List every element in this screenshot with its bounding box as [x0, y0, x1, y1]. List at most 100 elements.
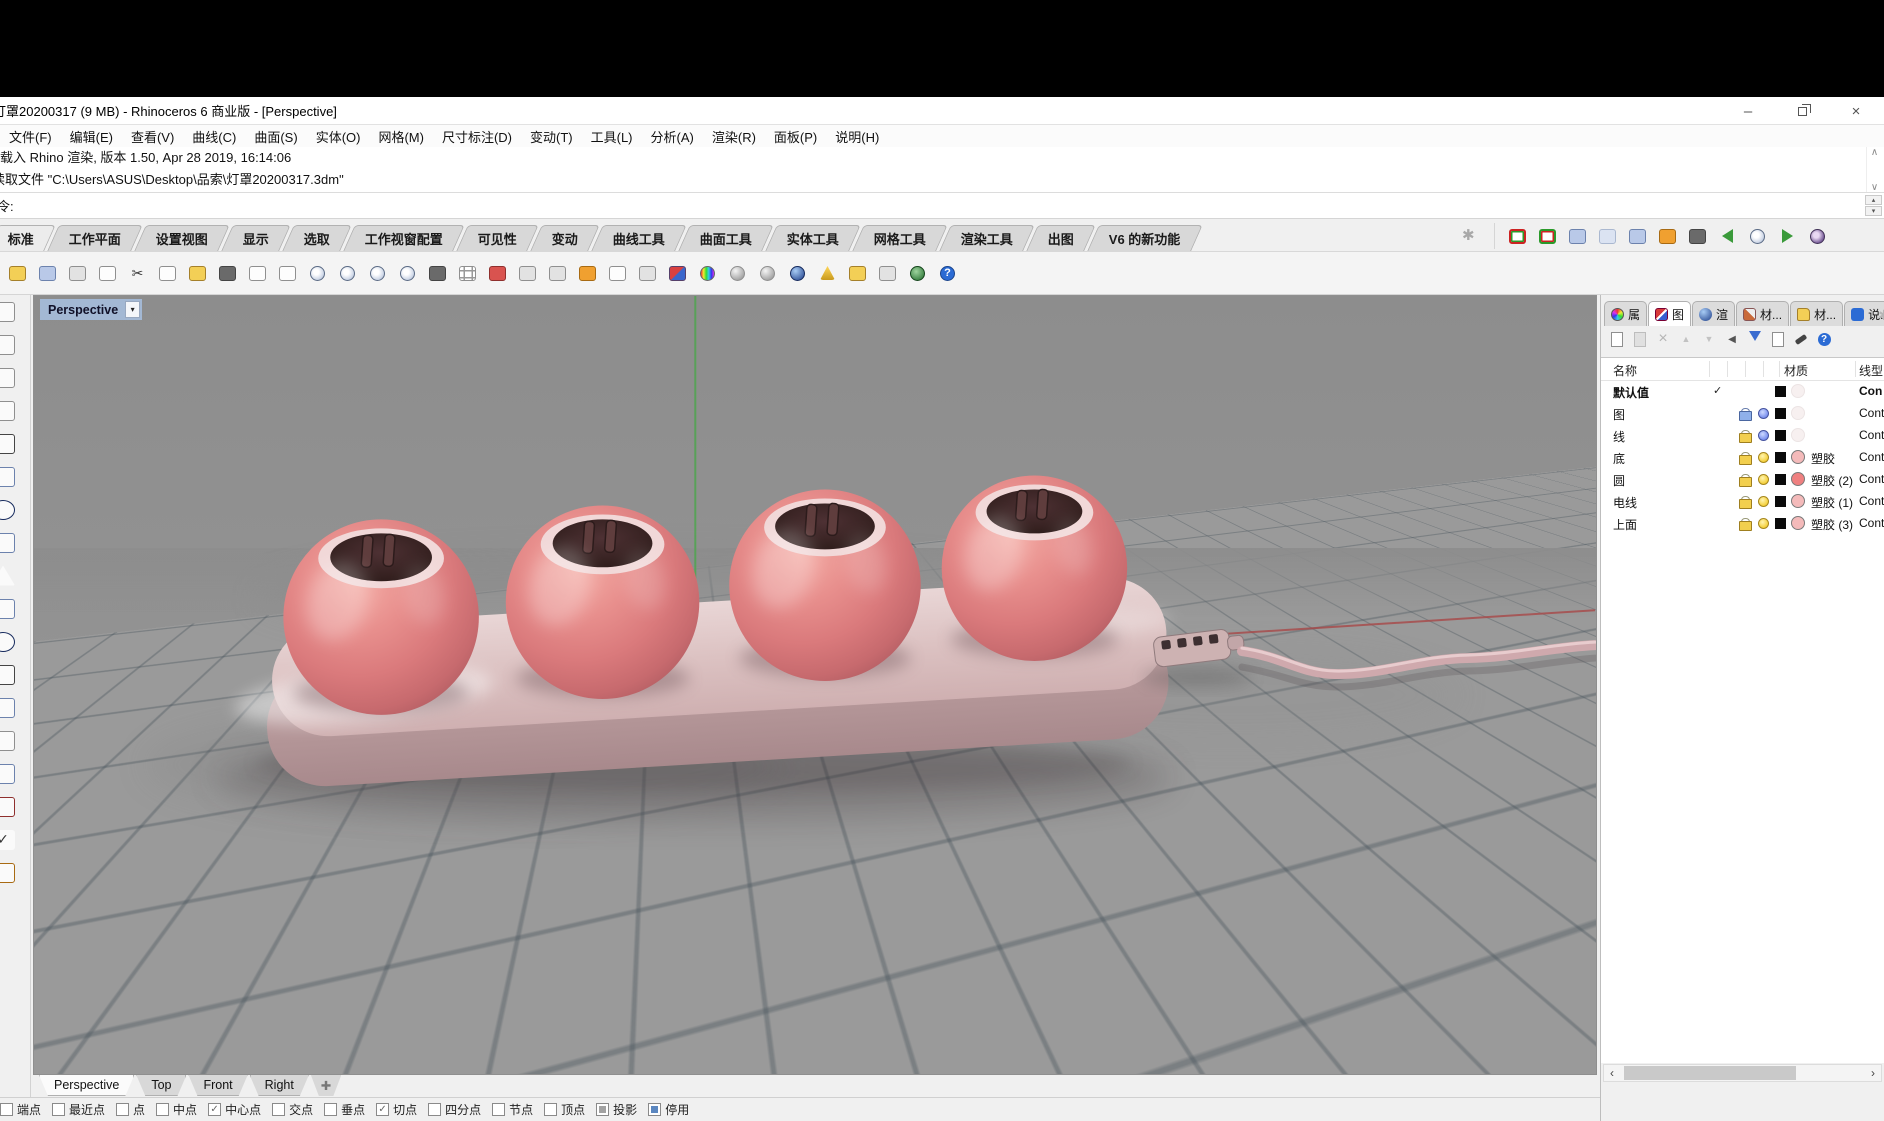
menu-item[interactable]: 尺寸标注(D): [433, 127, 521, 146]
new-doc-icon[interactable]: [97, 263, 118, 283]
circles-pair-icon[interactable]: [0, 625, 31, 658]
item-曲面工具[interactable]: 曲面工具: [678, 225, 774, 251]
zoom-lens-icon[interactable]: [1747, 226, 1768, 246]
osnap-checkbox[interactable]: [272, 1103, 285, 1116]
prev-view-icon[interactable]: [1717, 226, 1738, 246]
osnap-checkbox[interactable]: [376, 1103, 389, 1116]
viewport-title[interactable]: Perspective ▾: [40, 299, 142, 320]
rectangle-tool-icon[interactable]: [0, 394, 31, 427]
solid-tool-icon[interactable]: [0, 493, 31, 526]
item-V6 的新功能[interactable]: V6 的新功能: [1087, 225, 1202, 251]
rotate-view-icon[interactable]: [277, 263, 298, 283]
layer-name[interactable]: 上面: [1613, 516, 1637, 533]
diamond-tool-icon[interactable]: [0, 856, 31, 889]
item-渲[interactable]: 渲: [1692, 301, 1735, 326]
array-tool-icon[interactable]: [0, 790, 31, 823]
curve-edit-icon[interactable]: [0, 658, 31, 691]
cut-icon[interactable]: ✂: [127, 263, 148, 283]
item-节点[interactable]: 节点: [492, 1101, 533, 1118]
undo-view-icon[interactable]: [427, 263, 448, 283]
item-点[interactable]: 点: [116, 1101, 145, 1118]
item-设置视图[interactable]: 设置视图: [134, 225, 230, 251]
layer-row[interactable]: 图 Cont: [1601, 403, 1884, 425]
layer-row[interactable]: 上面 塑胶 (3) Cont: [1601, 513, 1884, 535]
move-down-icon[interactable]: [1702, 331, 1716, 347]
render-globe-icon[interactable]: [907, 263, 928, 283]
scrollbar-thumb[interactable]: [1624, 1066, 1796, 1080]
osnap-checkbox[interactable]: [156, 1103, 169, 1116]
viewport-layout-icon[interactable]: [457, 263, 478, 283]
zoom-dynamic-icon[interactable]: [337, 263, 358, 283]
layer-name[interactable]: 底: [1613, 450, 1625, 467]
arc-tool-icon[interactable]: [0, 427, 31, 460]
item-属[interactable]: 属: [1604, 301, 1647, 326]
item-选取[interactable]: 选取: [282, 225, 352, 251]
measure-icon[interactable]: [517, 263, 538, 283]
command-input[interactable]: 指令: ▴ ▾: [0, 193, 1884, 219]
gear-icon[interactable]: ✱: [1462, 226, 1475, 244]
item-曲线工具[interactable]: 曲线工具: [591, 225, 687, 251]
boolean-tool-icon[interactable]: [0, 592, 31, 625]
item-网格工具[interactable]: 网格工具: [852, 225, 948, 251]
osnap-checkbox[interactable]: [52, 1103, 65, 1116]
item-工作视窗配置[interactable]: 工作视窗配置: [343, 225, 465, 251]
layer-name[interactable]: 默认值: [1613, 384, 1649, 401]
copy-icon[interactable]: [157, 263, 178, 283]
move-up-icon[interactable]: [1679, 331, 1693, 347]
layer-name[interactable]: 图: [1613, 406, 1625, 423]
delete-layer-icon[interactable]: [1656, 331, 1670, 347]
material-circle-icon[interactable]: [1791, 450, 1805, 464]
cplane-faded-icon[interactable]: [1597, 226, 1618, 246]
item-最近点[interactable]: 最近点: [52, 1101, 105, 1118]
paste-icon[interactable]: [187, 263, 208, 283]
item-停用[interactable]: 停用: [648, 1101, 689, 1118]
menu-item[interactable]: 分析(A): [642, 127, 703, 146]
bulb-icon[interactable]: [1758, 518, 1769, 529]
scroll-up-icon[interactable]: ∧: [1871, 147, 1878, 158]
bulb-icon[interactable]: [1758, 452, 1769, 463]
lock-icon[interactable]: [1739, 408, 1751, 421]
scroll-right-icon[interactable]: ›: [1865, 1065, 1881, 1081]
bulb-icon[interactable]: [1758, 496, 1769, 507]
filter-icon[interactable]: [1748, 331, 1762, 347]
osnap-checkbox[interactable]: [492, 1103, 505, 1116]
options-icon[interactable]: [847, 263, 868, 283]
curve-tool-icon[interactable]: [0, 328, 31, 361]
item-Top[interactable]: Top: [136, 1075, 186, 1096]
menu-item[interactable]: 工具(L): [582, 127, 642, 146]
viewport-canvas[interactable]: Perspective ▾: [33, 295, 1597, 1075]
osnap-checkbox[interactable]: [324, 1103, 337, 1116]
item-四分点[interactable]: 四分点: [428, 1101, 481, 1118]
gear-icon[interactable]: ✱: [1878, 307, 1884, 324]
layer-color-swatch[interactable]: [1775, 386, 1786, 397]
osnap-checkbox[interactable]: [0, 1103, 13, 1116]
snapshot-cube-icon[interactable]: [1537, 226, 1558, 246]
item-材...[interactable]: 材...: [1736, 301, 1789, 326]
menu-item[interactable]: 查看(V): [122, 127, 183, 146]
item-垂点[interactable]: 垂点: [324, 1101, 365, 1118]
cplane-tool-icon[interactable]: [877, 263, 898, 283]
close-button[interactable]: ×: [1842, 100, 1870, 122]
osnap-checkbox[interactable]: [208, 1103, 221, 1116]
sphere-blue-icon[interactable]: [787, 263, 808, 283]
material-circle-icon[interactable]: [1791, 516, 1805, 530]
item-材...[interactable]: 材...: [1790, 301, 1843, 326]
layer-color-swatch[interactable]: [1775, 496, 1786, 507]
shaded-view-icon[interactable]: [667, 263, 688, 283]
layer-color-swatch[interactable]: [1775, 452, 1786, 463]
copy-mirror-icon[interactable]: [0, 724, 31, 757]
bulb-icon[interactable]: [1758, 430, 1769, 441]
menu-item[interactable]: 网格(M): [369, 127, 433, 146]
walkabout-icon[interactable]: [1687, 226, 1708, 246]
menu-item[interactable]: 实体(O): [307, 127, 370, 146]
item-图[interactable]: 图: [1648, 301, 1691, 326]
item-变动[interactable]: 变动: [530, 225, 600, 251]
material-circle-icon[interactable]: [1791, 384, 1805, 398]
osnap-checkbox[interactable]: [544, 1103, 557, 1116]
panel-help-icon[interactable]: [1817, 331, 1831, 347]
explode-tool-icon[interactable]: [0, 559, 31, 592]
layer-name[interactable]: 线: [1613, 428, 1625, 445]
lock-icon[interactable]: [1739, 430, 1751, 443]
layer-row[interactable]: 默认值 Con: [1601, 381, 1884, 403]
zoom-extents-icon[interactable]: [1807, 226, 1828, 246]
